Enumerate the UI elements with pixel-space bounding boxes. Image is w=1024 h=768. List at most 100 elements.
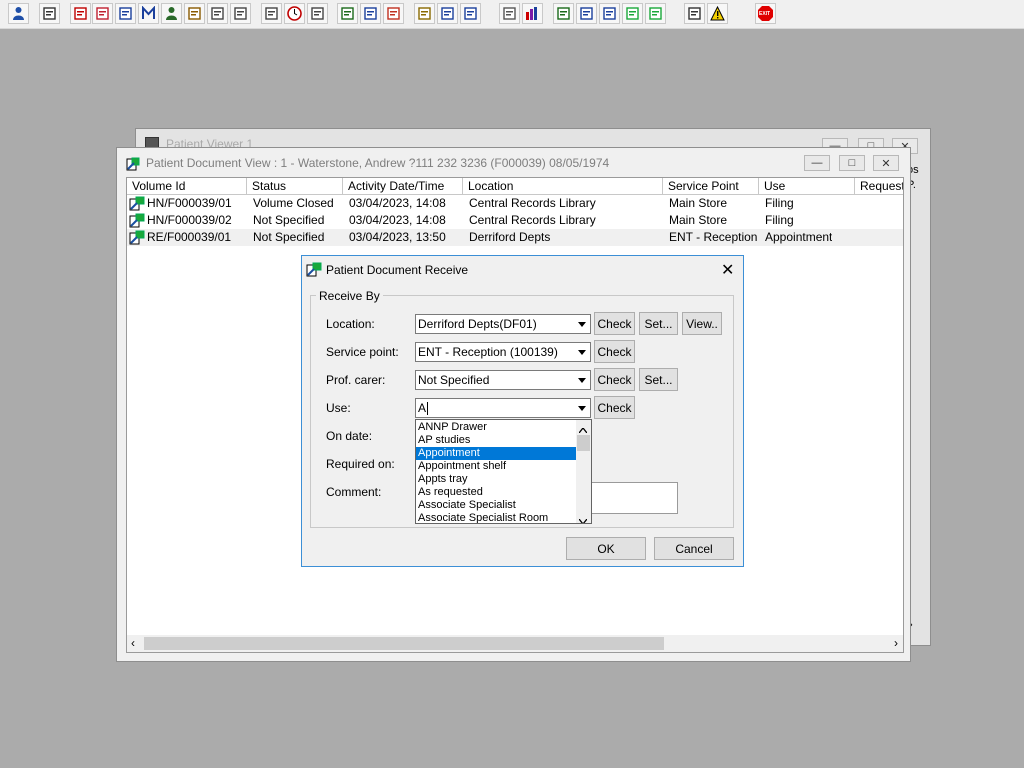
form-toolbar-button[interactable]: [576, 3, 597, 24]
window-icon: [126, 157, 141, 175]
horizontal-scrollbar[interactable]: ‹ ›: [127, 635, 903, 652]
cell-service-point: Main Store: [669, 213, 728, 227]
globe-toolbar-button[interactable]: [553, 3, 574, 24]
notes-toolbar-button[interactable]: [115, 3, 136, 24]
prof-carer-set-button[interactable]: Set...: [639, 368, 678, 391]
dropdown-option[interactable]: Appointment shelf: [416, 460, 577, 473]
receive-by-label: Receive By: [316, 289, 383, 303]
scroll-left-icon[interactable]: ‹: [131, 636, 135, 650]
dropdown-option[interactable]: Associate Specialist: [416, 499, 577, 512]
cell-status: Not Specified: [253, 213, 325, 227]
tray-toolbar-button[interactable]: [437, 3, 458, 24]
restore-icon: □: [848, 157, 856, 169]
column-header-activity-date[interactable]: Activity Date/Time: [343, 178, 463, 195]
column-header-use[interactable]: Use: [759, 178, 855, 195]
minimize-button[interactable]: —: [804, 155, 830, 171]
prof-carer-label: Prof. carer:: [326, 373, 386, 387]
ok-button[interactable]: OK: [566, 537, 646, 560]
chevron-down-icon[interactable]: [573, 315, 590, 333]
dropdown-option[interactable]: As requested: [416, 486, 577, 499]
scroll-right-icon[interactable]: ›: [894, 636, 898, 650]
close-button[interactable]: ✕: [873, 155, 899, 171]
prof-carer-check-button[interactable]: Check: [594, 368, 635, 391]
dropdown-option[interactable]: Associate Specialist Room: [416, 512, 577, 523]
close-icon[interactable]: ✕: [721, 260, 734, 280]
cell-service-point: ENT - Reception: [669, 230, 758, 244]
column-header-service-point[interactable]: Service Point: [663, 178, 759, 195]
service-point-combo[interactable]: ENT - Reception (100139): [415, 342, 591, 362]
prof-carer-value: Not Specified: [418, 373, 490, 387]
location-combo[interactable]: Derriford Depts(DF01): [415, 314, 591, 334]
chevron-down-icon[interactable]: [573, 343, 590, 361]
dropdown-scrollbar[interactable]: [576, 420, 591, 523]
page-toolbar-button[interactable]: [499, 3, 520, 24]
label-toolbar-button[interactable]: [207, 3, 228, 24]
column-header-requested[interactable]: Requeste: [855, 178, 903, 195]
cell-volume-id: HN/F000039/01: [147, 196, 232, 210]
form-toolbar-button[interactable]: [599, 3, 620, 24]
cell-activity-date: 03/04/2023, 14:08: [349, 196, 446, 210]
prof-carer-combo[interactable]: Not Specified: [415, 370, 591, 390]
scrollbar-thumb[interactable]: [577, 435, 590, 451]
document-toolbar-button[interactable]: [360, 3, 381, 24]
cell-activity-date: 03/04/2023, 13:50: [349, 230, 446, 244]
chevron-down-icon[interactable]: [578, 513, 588, 523]
dialog-titlebar: Patient Document Receive ✕: [302, 256, 743, 286]
dialog-title: Patient Document Receive: [326, 263, 469, 277]
column-header-status[interactable]: Status: [247, 178, 343, 195]
label-toolbar-button[interactable]: [230, 3, 251, 24]
chevron-down-icon[interactable]: [573, 399, 590, 417]
dropdown-option[interactable]: AP studies: [416, 434, 577, 447]
location-check-button[interactable]: Check: [594, 312, 635, 335]
use-combo[interactable]: A: [415, 398, 591, 418]
scrollbar-thumb[interactable]: [144, 637, 664, 650]
location-set-button[interactable]: Set...: [639, 312, 678, 335]
green-flag-toolbar-button[interactable]: [645, 3, 666, 24]
case-toolbar-button[interactable]: [261, 3, 282, 24]
dropdown-option-selected[interactable]: Appointment: [416, 447, 577, 460]
swap-toolbar-button[interactable]: [684, 3, 705, 24]
exit-toolbar-button[interactable]: EXIT: [755, 3, 776, 24]
cell-activity-date: 03/04/2023, 14:08: [349, 213, 446, 227]
location-value: Derriford Depts(DF01): [418, 317, 537, 331]
dialog-icon: [306, 262, 322, 281]
chevron-down-icon[interactable]: [573, 371, 590, 389]
on-date-label: On date:: [326, 429, 373, 443]
user-toolbar-button[interactable]: [8, 3, 29, 24]
cancel-button[interactable]: Cancel: [654, 537, 734, 560]
cell-location: Central Records Library: [469, 213, 596, 227]
table-row[interactable]: HN/F000039/01 Volume Closed 03/04/2023, …: [127, 195, 903, 212]
column-header-volume-id[interactable]: Volume Id: [127, 178, 247, 195]
location-view-button[interactable]: View..: [682, 312, 722, 335]
warning-toolbar-button[interactable]: [707, 3, 728, 24]
dropdown-option[interactable]: ANNP Drawer: [416, 421, 577, 434]
use-label: Use:: [326, 401, 351, 415]
globe-toolbar-button[interactable]: [383, 3, 404, 24]
restore-button[interactable]: □: [839, 155, 865, 171]
use-check-button[interactable]: Check: [594, 396, 635, 419]
screen-toolbar-button[interactable]: [307, 3, 328, 24]
document-toolbar-button[interactable]: [337, 3, 358, 24]
m-letter-toolbar-button[interactable]: [138, 3, 159, 24]
doctor-toolbar-button[interactable]: [161, 3, 182, 24]
comment-label: Comment:: [326, 485, 382, 499]
green-flag-toolbar-button[interactable]: [622, 3, 643, 24]
dropdown-option[interactable]: Appts tray: [416, 473, 577, 486]
service-point-label: Service point:: [326, 345, 399, 359]
table-row[interactable]: HN/F000039/02 Not Specified 03/04/2023, …: [127, 212, 903, 229]
chevron-up-icon[interactable]: [578, 422, 588, 436]
bar-chart-toolbar-button[interactable]: [522, 3, 543, 24]
service-point-check-button[interactable]: Check: [594, 340, 635, 363]
column-header-location[interactable]: Location: [463, 178, 663, 195]
use-dropdown-list[interactable]: ANNP Drawer AP studies Appointment Appoi…: [415, 419, 592, 524]
list-toolbar-button[interactable]: [414, 3, 435, 24]
table-row[interactable]: RE/F000039/01 Not Specified 03/04/2023, …: [127, 229, 903, 246]
folder-edit-toolbar-button[interactable]: [92, 3, 113, 24]
clock-toolbar-button[interactable]: [284, 3, 305, 24]
printer-toolbar-button[interactable]: [39, 3, 60, 24]
form-toolbar-button[interactable]: [184, 3, 205, 24]
transfer-toolbar-button[interactable]: [460, 3, 481, 24]
use-value: A: [418, 401, 427, 415]
patient-document-receive-dialog: Patient Document Receive ✕ Receive By Lo…: [301, 255, 744, 567]
book-toolbar-button[interactable]: [70, 3, 91, 24]
